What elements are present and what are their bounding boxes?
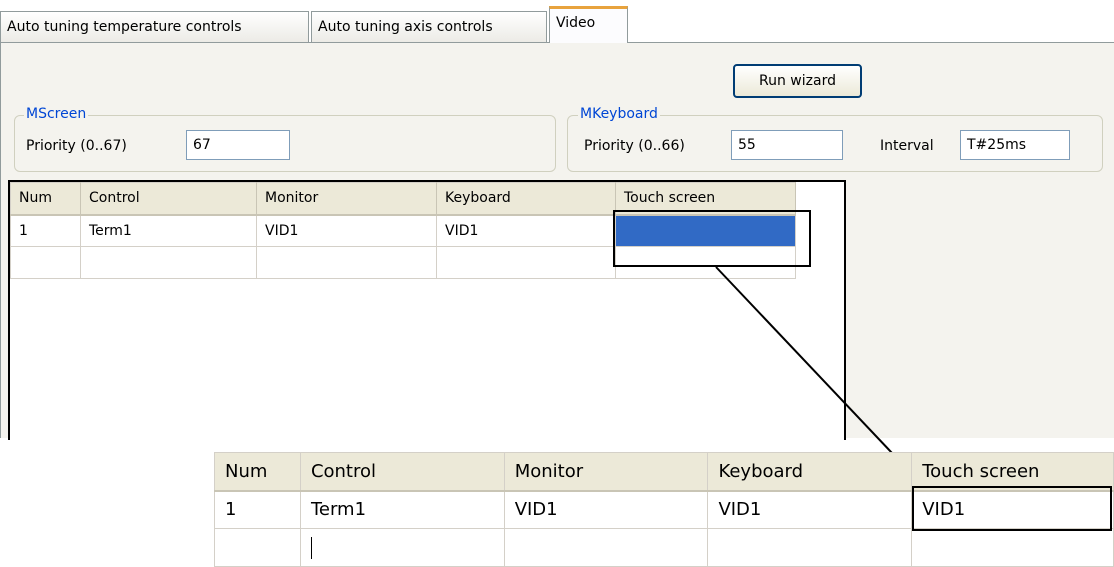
zoom-cell-control-editing[interactable] [299, 528, 505, 567]
zoom-cell-monitor[interactable]: VID1 [503, 490, 709, 529]
zoom-cell-control[interactable]: Term1 [299, 490, 505, 529]
zoom-table-row[interactable] [214, 528, 1114, 567]
zoom-header-row: Num Control Monitor Keyboard Touch scree… [214, 452, 1114, 492]
zoom-cell-monitor[interactable] [503, 528, 709, 567]
zoom-cell-touch-screen[interactable] [911, 528, 1114, 567]
zoom-cell-num[interactable]: 1 [214, 490, 301, 529]
zoomed-grid: Num Control Monitor Keyboard Touch scree… [214, 452, 1114, 567]
zoom-column-header-num[interactable]: Num [214, 452, 301, 492]
text-caret [310, 536, 312, 559]
zoom-column-header-control[interactable]: Control [299, 452, 505, 492]
zoom-cell-keyboard[interactable] [707, 528, 913, 567]
zoom-cell-keyboard[interactable]: VID1 [707, 490, 913, 529]
zoom-column-header-keyboard[interactable]: Keyboard [707, 452, 913, 492]
zoom-column-header-monitor[interactable]: Monitor [503, 452, 709, 492]
zoomed-table: Num Control Monitor Keyboard Touch scree… [214, 452, 1114, 567]
zoom-cell-touch-screen[interactable]: VID1 [911, 490, 1114, 529]
zoom-column-header-touch-screen[interactable]: Touch screen [911, 452, 1114, 492]
tab-video[interactable]: Video [549, 6, 628, 43]
zoom-cell-num[interactable] [214, 528, 301, 567]
zoom-table-row[interactable]: 1 Term1 VID1 VID1 VID1 [214, 490, 1114, 529]
